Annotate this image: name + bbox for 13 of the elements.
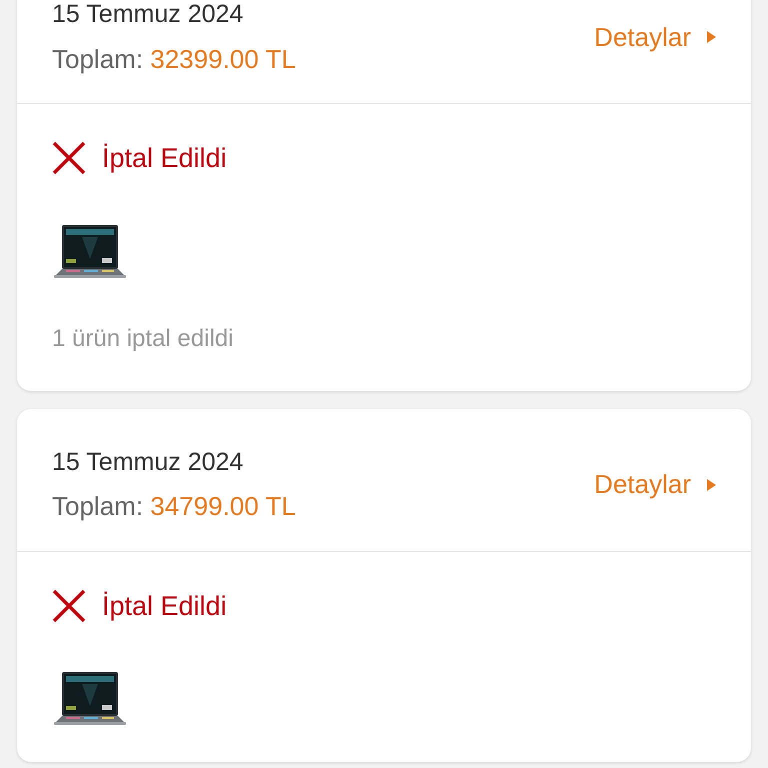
order-date: 15 Temmuz 2024 [52, 1, 244, 28]
caret-icon [707, 478, 716, 491]
order-status: İptal Edildi [102, 142, 227, 176]
order-status: İptal Edildi [102, 590, 227, 623]
details-link[interactable]: Detaylar [594, 465, 716, 504]
order-total: Toplam: 34799.00 TL [52, 492, 296, 521]
caret-icon [707, 31, 716, 44]
close-icon [52, 588, 86, 623]
order-total: Toplam: 32399.00 TL [52, 44, 296, 74]
details-link[interactable]: Detaylar [594, 18, 716, 57]
order-note: 1 ürün iptal edildi [52, 324, 234, 354]
order-date: 15 Temmuz 2024 [52, 448, 244, 476]
close-icon [52, 141, 86, 176]
